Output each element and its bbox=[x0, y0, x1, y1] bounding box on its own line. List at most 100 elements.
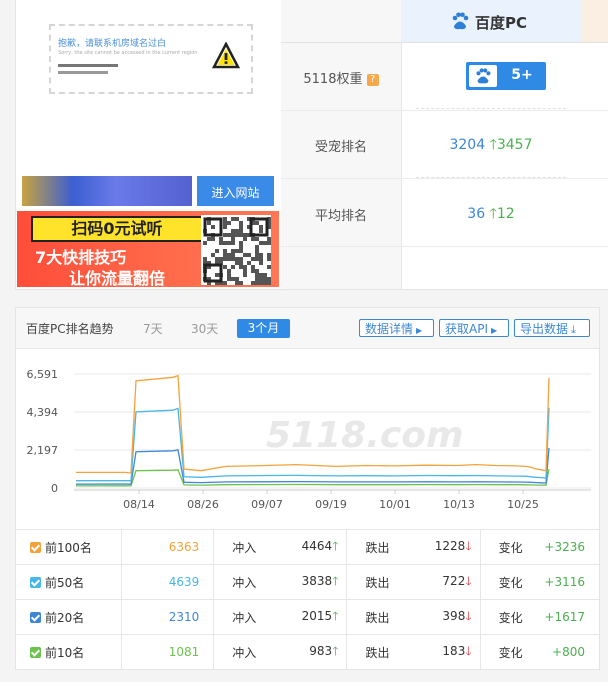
drop-out-cell: 183🡓 bbox=[411, 634, 481, 669]
drop-out-cell: 398🡓 bbox=[411, 599, 481, 635]
placeholder-text-line bbox=[58, 64, 118, 67]
dash-line bbox=[416, 108, 566, 110]
favored-rank-change: 3457 bbox=[496, 137, 533, 153]
data-details-button[interactable]: 数据详情 ▶ bbox=[359, 319, 434, 337]
change-label: 变化 bbox=[480, 634, 545, 669]
series-label-cell[interactable]: 前50名 bbox=[16, 564, 123, 600]
site-overview-card: 抱歉，请联系机房域名过白 Sorry, the site cannot be a… bbox=[15, 0, 608, 290]
tab-3-months[interactable]: 3个月 bbox=[237, 319, 290, 338]
caret-right-icon: ▶ bbox=[491, 326, 498, 335]
stats-row: 前50名 4639 冲入 3838🡑 跌出 722🡓 变化 +3116 bbox=[16, 564, 599, 600]
site-preview-panel: 抱歉，请联系机房域名过白 Sorry, the site cannot be a… bbox=[16, 0, 282, 289]
series-current: 4639 bbox=[121, 564, 215, 600]
x-tick-label: 09/19 bbox=[315, 498, 347, 511]
ranking-trend-chart: 5118.com 6,591 4,394 2,197 0 08/14 08/26 09/0… bbox=[27, 368, 591, 511]
checkbox-icon[interactable] bbox=[30, 541, 41, 553]
placeholder-submessage: Sorry, the site cannot be accessed in th… bbox=[58, 50, 200, 56]
up-arrow-icon: 🡑 bbox=[489, 137, 497, 153]
promo-ad[interactable]: 扫码0元试听 7大快排技巧 让你流量翻倍 bbox=[17, 211, 279, 288]
rush-in-label: 冲入 bbox=[213, 634, 279, 669]
x-tick-label: 08/26 bbox=[187, 498, 219, 511]
x-tick-label: 10/25 bbox=[507, 498, 539, 511]
checkbox-icon[interactable] bbox=[30, 576, 41, 588]
drop-out-value: 722 bbox=[442, 573, 466, 588]
favored-rank-value: 3204 bbox=[449, 137, 486, 153]
ad-tag: 扫码0元试听 bbox=[31, 216, 203, 242]
series-label: 前10名 bbox=[45, 645, 85, 660]
ranking-trend-card: 百度PC排名趋势 7天 30天 3个月 数据详情 ▶ 获取API ▶ 导出数据 ⤓ 5… bbox=[15, 307, 600, 670]
series-current: 2310 bbox=[121, 599, 215, 635]
change-label: 变化 bbox=[480, 529, 545, 565]
avg-rank-label: 平均排名 bbox=[314, 209, 367, 224]
down-arrow-icon: 🡓 bbox=[465, 573, 472, 588]
stats-row: 前20名 2310 冲入 2015🡑 跌出 398🡓 变化 +1617 bbox=[16, 599, 599, 635]
drop-out-label: 跌出 bbox=[346, 529, 412, 565]
weight-label: 5118权重 ? bbox=[281, 68, 401, 87]
up-arrow-icon: 🡑 bbox=[332, 608, 339, 623]
baidu-paw-icon bbox=[452, 12, 469, 30]
tab-7-days[interactable]: 7天 bbox=[143, 320, 163, 337]
change-value: +3116 bbox=[544, 564, 599, 600]
rush-in-value: 983 bbox=[309, 643, 333, 658]
series-label-cell[interactable]: 前100名 bbox=[16, 529, 123, 565]
enter-site-button[interactable]: 进入网站 bbox=[197, 176, 274, 206]
chart-watermark: 5118.com bbox=[266, 415, 463, 456]
y-tick-label: 4,394 bbox=[27, 406, 59, 419]
change-label: 变化 bbox=[480, 564, 545, 600]
rush-in-value: 3838 bbox=[301, 573, 333, 588]
tab-30-days[interactable]: 30天 bbox=[191, 320, 218, 337]
drop-out-value: 1228 bbox=[434, 538, 466, 553]
drop-out-cell: 722🡓 bbox=[411, 564, 481, 600]
change-value: +1617 bbox=[544, 599, 599, 635]
rush-in-value: 4464 bbox=[301, 538, 333, 553]
change-label: 变化 bbox=[480, 599, 545, 635]
x-tick-label: 09/07 bbox=[251, 498, 283, 511]
drop-out-cell: 1228🡓 bbox=[411, 529, 481, 565]
series-label-cell[interactable]: 前20名 bbox=[16, 599, 123, 635]
series-label: 前100名 bbox=[45, 540, 92, 555]
rush-in-cell: 983🡑 bbox=[278, 634, 348, 669]
stats-row: 前10名 1081 冲入 983🡑 跌出 183🡓 变化 +800 bbox=[16, 634, 599, 669]
warning-icon bbox=[212, 42, 240, 69]
site-screenshot-placeholder: 抱歉，请联系机房域名过白 Sorry, the site cannot be a… bbox=[49, 24, 253, 94]
placeholder-text-line bbox=[58, 71, 108, 74]
avg-rank: 36 🡑12 bbox=[401, 203, 581, 227]
favored-rank: 3204 🡑3457 bbox=[401, 134, 581, 158]
checkbox-icon[interactable] bbox=[30, 611, 41, 623]
favored-rank-label: 受宠排名 bbox=[314, 140, 367, 155]
get-api-button[interactable]: 获取API ▶ bbox=[439, 319, 509, 337]
down-arrow-icon: 🡓 bbox=[465, 608, 472, 623]
rush-in-label: 冲入 bbox=[213, 564, 279, 600]
help-icon[interactable]: ? bbox=[366, 73, 379, 86]
series-current: 1081 bbox=[121, 634, 215, 669]
baidu-paw-icon bbox=[476, 68, 491, 84]
rush-in-cell: 4464🡑 bbox=[278, 529, 348, 565]
row-divider bbox=[281, 246, 608, 247]
rush-in-cell: 2015🡑 bbox=[278, 599, 348, 635]
weight-badge-icon-box bbox=[469, 65, 497, 87]
series-label-cell[interactable]: 前10名 bbox=[16, 634, 123, 669]
x-tick-label: 10/01 bbox=[379, 498, 411, 511]
weight-badge: 5+ bbox=[466, 62, 546, 90]
next-engine-header bbox=[581, 0, 608, 43]
avg-rank-change: 12 bbox=[496, 206, 515, 222]
rush-in-value: 2015 bbox=[301, 608, 333, 623]
rush-in-label: 冲入 bbox=[213, 599, 279, 635]
rush-in-cell: 3838🡑 bbox=[278, 564, 348, 600]
change-value: +3236 bbox=[544, 529, 599, 565]
series-label: 前50名 bbox=[45, 575, 85, 590]
ranking-summary: 百度PC 5118权重 ? 5+ 受宠排名 3204 🡑3457 平均排名 36… bbox=[281, 0, 608, 289]
ad-line: 让你流量翻倍 bbox=[69, 269, 166, 288]
up-arrow-icon: 🡑 bbox=[332, 538, 339, 553]
row-divider bbox=[281, 110, 608, 111]
download-icon: ⤓ bbox=[571, 323, 576, 336]
series-current: 6363 bbox=[121, 529, 215, 565]
y-tick-label: 0 bbox=[51, 482, 58, 495]
y-tick-label: 2,197 bbox=[27, 444, 59, 457]
export-data-button[interactable]: 导出数据 ⤓ bbox=[514, 319, 590, 337]
rush-in-label: 冲入 bbox=[213, 529, 279, 565]
site-banner-blurred[interactable] bbox=[22, 176, 192, 206]
down-arrow-icon: 🡓 bbox=[465, 538, 472, 553]
checkbox-icon[interactable] bbox=[30, 646, 41, 658]
drop-out-label: 跌出 bbox=[346, 599, 412, 635]
